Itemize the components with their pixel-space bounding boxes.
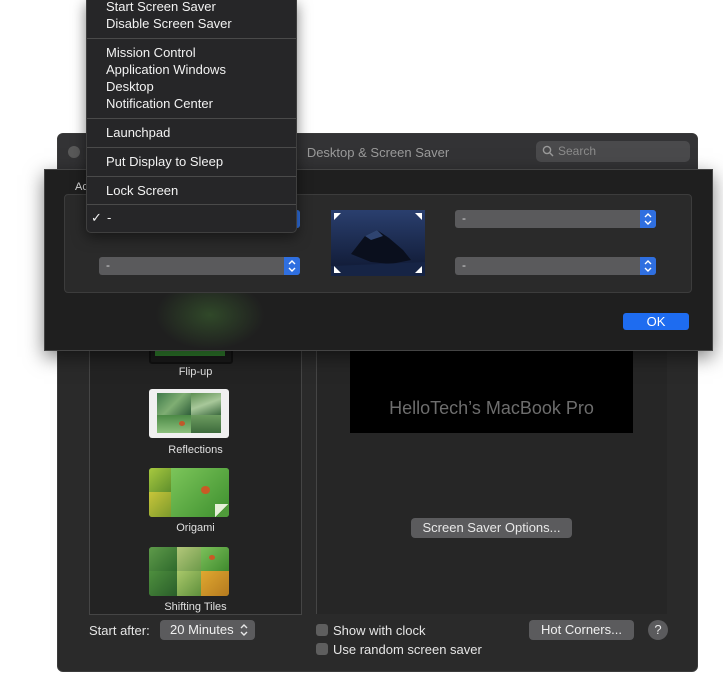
hot-corner-action-menu: Start Screen Saver Disable Screen Saver …	[86, 0, 297, 233]
menu-separator	[87, 147, 296, 148]
reflections-thumbnail[interactable]	[149, 389, 229, 438]
menu-item-lock-screen[interactable]: Lock Screen	[106, 183, 178, 198]
menu-item-mission-control[interactable]: Mission Control	[106, 45, 196, 60]
top-right-corner-popup[interactable]: -	[455, 210, 656, 228]
preview-computer-name: HelloTech’s MacBook Pro	[389, 398, 594, 418]
top-right-stepper	[640, 210, 656, 228]
up-down-chevron-icon	[644, 260, 652, 272]
shifting-tiles-label: Shifting Tiles	[164, 601, 227, 613]
random-screen-saver-checkbox[interactable]	[316, 643, 328, 655]
menu-item-desktop[interactable]: Desktop	[106, 79, 154, 94]
catalina-wallpaper-image	[331, 210, 425, 276]
menu-separator	[87, 176, 296, 177]
menu-item-start-screen-saver[interactable]: Start Screen Saver	[106, 0, 216, 14]
menu-item-put-display-to-sleep[interactable]: Put Display to Sleep	[106, 154, 223, 169]
menu-item-launchpad[interactable]: Launchpad	[106, 125, 170, 140]
reflections-label: Reflections	[168, 444, 223, 456]
show-with-clock-checkbox[interactable]	[316, 624, 328, 636]
start-after-label: Start after:	[89, 623, 150, 638]
preview-screen: HelloTech’s MacBook Pro	[350, 344, 633, 433]
up-down-chevron-icon	[288, 260, 296, 272]
screen-saver-options-button[interactable]: Screen Saver Options...	[411, 518, 572, 538]
menu-item-notification-center[interactable]: Notification Center	[106, 96, 213, 111]
start-after-value: 20 Minutes	[170, 622, 234, 637]
bottom-right-corner-value: -	[462, 258, 466, 272]
shifting-tiles-thumbnail[interactable]	[149, 547, 229, 596]
random-screen-saver-label: Use random screen saver	[333, 642, 482, 657]
search-icon	[542, 145, 554, 157]
window-title: Desktop & Screen Saver	[306, 145, 450, 160]
bottom-left-corner-popup[interactable]: -	[99, 257, 300, 275]
bottom-right-corner-popup[interactable]: -	[455, 257, 656, 275]
search-placeholder: Search	[558, 144, 597, 158]
up-down-chevron-icon	[240, 624, 248, 636]
origami-thumbnail[interactable]	[149, 468, 229, 517]
menu-item-none[interactable]: -	[107, 210, 111, 225]
menu-item-application-windows[interactable]: Application Windows	[106, 62, 226, 77]
screen-saver-list[interactable]: Flip-up Reflections Origami Shifting Til…	[89, 344, 302, 615]
menu-separator	[87, 118, 296, 119]
menu-separator	[87, 204, 296, 205]
menu-item-disable-screen-saver[interactable]: Disable Screen Saver	[106, 16, 232, 31]
top-right-corner-value: -	[462, 211, 466, 225]
bottom-left-stepper	[284, 257, 300, 275]
bottom-right-stepper	[640, 257, 656, 275]
help-button[interactable]: ?	[648, 620, 668, 640]
search-input[interactable]: Search	[536, 141, 690, 162]
hot-corners-button[interactable]: Hot Corners...	[529, 620, 634, 640]
origami-label: Origami	[176, 522, 215, 534]
close-window-button[interactable]	[68, 146, 80, 158]
ok-button[interactable]: OK	[623, 313, 689, 330]
checkmark-icon: ✓	[91, 210, 102, 225]
menu-separator	[87, 38, 296, 39]
bottom-left-corner-value: -	[106, 258, 110, 272]
desktop-preview-thumbnail	[331, 210, 425, 276]
up-down-chevron-icon	[644, 213, 652, 225]
show-with-clock-label: Show with clock	[333, 623, 426, 638]
flip-up-label: Flip-up	[178, 366, 213, 378]
preview-panel: HelloTech’s MacBook Pro Screen Saver Opt…	[316, 344, 667, 614]
start-after-select[interactable]: 20 Minutes	[160, 620, 255, 640]
